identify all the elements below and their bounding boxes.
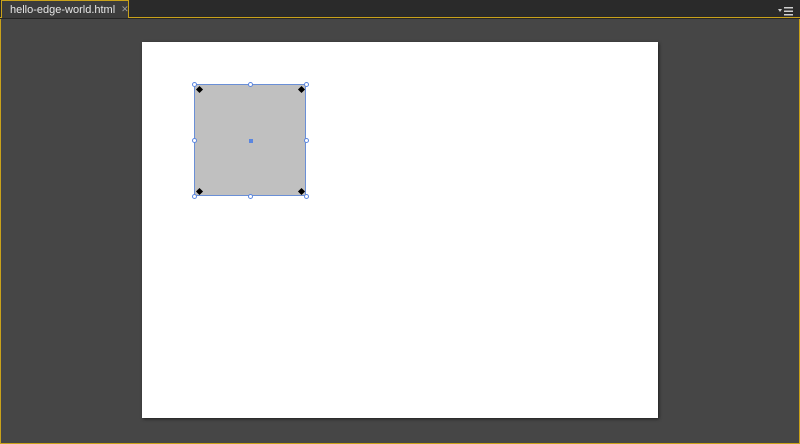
tab-label: hello-edge-world.html [10, 3, 116, 16]
handle-middle-left[interactable] [192, 138, 197, 143]
handle-middle-right[interactable] [304, 138, 309, 143]
corner-radius-bottom-left[interactable] [195, 187, 204, 196]
handle-bottom-center[interactable] [248, 194, 253, 199]
handle-top-left[interactable] [192, 82, 197, 87]
stage-workspace [0, 19, 800, 444]
app-window: hello-edge-world.html ✕ [0, 0, 800, 444]
close-icon[interactable]: ✕ [121, 5, 129, 15]
tab-hello-edge-world[interactable]: hello-edge-world.html ✕ [1, 0, 129, 18]
handle-bottom-left[interactable] [192, 194, 197, 199]
corner-radius-top-left[interactable] [195, 85, 204, 94]
panel-menu-icon[interactable] [778, 2, 794, 16]
selected-rectangle[interactable] [192, 82, 309, 199]
transform-origin-point[interactable] [249, 139, 253, 143]
corner-radius-top-right[interactable] [297, 85, 306, 94]
handle-top-right[interactable] [304, 82, 309, 87]
handle-bottom-right[interactable] [304, 194, 309, 199]
handle-top-center[interactable] [248, 82, 253, 87]
stage-canvas[interactable] [142, 42, 658, 418]
document-tab-bar: hello-edge-world.html ✕ [0, 0, 800, 18]
